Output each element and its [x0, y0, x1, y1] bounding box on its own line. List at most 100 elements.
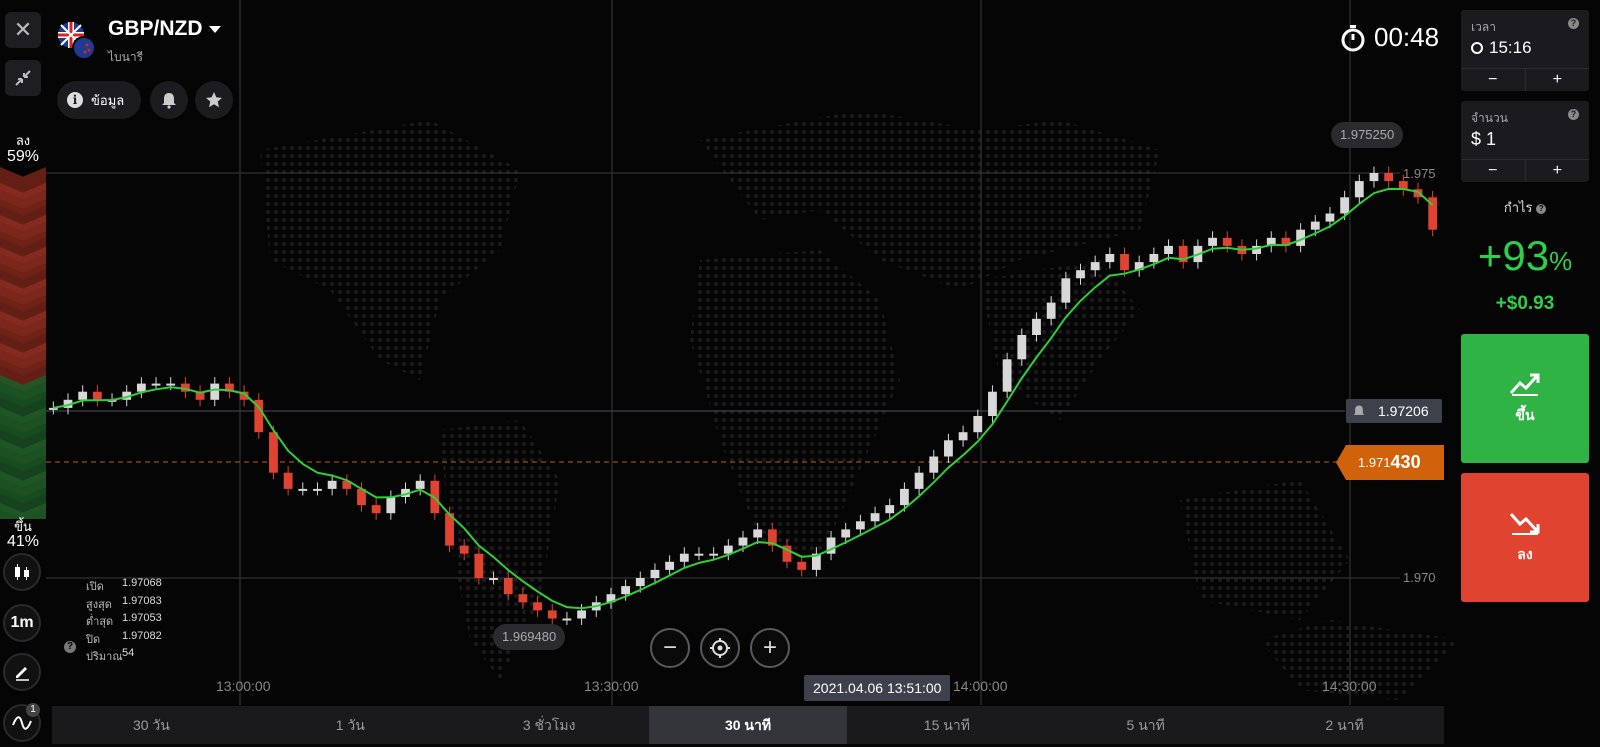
ohlc-open-label: เปิด [86, 581, 104, 593]
candle [914, 472, 924, 489]
candle [210, 383, 220, 400]
candle [1002, 359, 1012, 392]
sentiment-bar [0, 167, 46, 519]
candle [533, 602, 542, 611]
candle [1310, 221, 1320, 230]
close-button[interactable]: ✕ [5, 12, 41, 48]
candle [1369, 173, 1379, 182]
candle [136, 383, 146, 392]
candle [635, 578, 645, 587]
candle [900, 488, 909, 506]
tab-2-minutes[interactable]: 2 นาที [1245, 706, 1444, 744]
amount-minus-button[interactable]: − [1461, 160, 1526, 182]
time-minus-button[interactable]: − [1461, 69, 1526, 91]
ohlc-low-label: ต่ำสุด [86, 616, 114, 628]
profit-percentage: +93% [1461, 232, 1589, 280]
down-button[interactable]: ลง [1461, 473, 1589, 602]
candle [1384, 173, 1394, 182]
alert-price: 1.97206 [1378, 403, 1429, 419]
candle [665, 561, 675, 570]
time-value: 15:16 [1489, 38, 1532, 57]
candle [679, 553, 689, 562]
candle [753, 529, 763, 538]
time-label-2: 14:00:00 [953, 678, 1008, 694]
candle [650, 569, 660, 578]
alerts-button[interactable] [150, 81, 188, 119]
stopwatch-icon [1341, 24, 1365, 51]
nzd-flag-icon [72, 36, 96, 60]
timeframe-button[interactable]: 1m [3, 604, 41, 642]
chart-type-button[interactable] [3, 553, 41, 591]
candle [547, 610, 557, 619]
up-button[interactable]: ขึ้น [1461, 334, 1589, 463]
zoom-in-button[interactable]: + [750, 628, 790, 668]
candle [797, 561, 807, 570]
zoom-out-button[interactable]: − [650, 628, 690, 668]
time-label-0: 13:00:00 [216, 678, 271, 694]
center-chart-button[interactable] [700, 628, 740, 668]
candle [1340, 197, 1350, 214]
price-chart[interactable] [0, 0, 1600, 747]
ohlc-close-label: ปิด [86, 634, 101, 646]
candle [1046, 302, 1056, 319]
candle [1032, 318, 1041, 335]
tab-5-minutes[interactable]: 5 นาที [1046, 706, 1245, 744]
candle [92, 391, 102, 400]
timeframe-tabs: 30 วัน 1 วัน 3 ชั่วโมง 30 นาที 15 นาที 5… [52, 706, 1444, 744]
candle [503, 578, 513, 595]
info-label: ข้อมูล [91, 92, 125, 108]
candle [1325, 213, 1335, 222]
tab-15-minutes[interactable]: 15 นาที [847, 706, 1046, 744]
candle [269, 432, 278, 473]
expiry-timer: 00:48 [1340, 22, 1439, 53]
collapse-button[interactable] [5, 60, 41, 96]
help-icon[interactable]: ? [1536, 203, 1547, 214]
candle [1208, 237, 1217, 246]
pencil-icon [16, 667, 29, 681]
candle [841, 529, 851, 538]
help-icon[interactable]: ? [1568, 18, 1579, 29]
candle [1120, 254, 1129, 271]
crosshair-time: 2021.04.06 13:51:00 [804, 675, 951, 701]
timer-value: 00:48 [1374, 22, 1440, 52]
profit-pct-value: +93 [1477, 232, 1550, 279]
candle [166, 383, 176, 386]
time-value-row: 15:16 [1471, 38, 1532, 58]
time-plus-button[interactable]: + [1526, 69, 1590, 91]
candle [944, 440, 953, 457]
candle [489, 578, 498, 580]
price-alert-tag[interactable]: 1.97206 [1346, 399, 1442, 423]
current-price-prefix: 1.971 [1358, 455, 1391, 470]
help-icon[interactable]: ? [1568, 109, 1579, 120]
tab-1-day[interactable]: 1 วัน [251, 706, 450, 744]
candle [577, 610, 586, 619]
asset-selector[interactable]: GBP/NZD [108, 17, 221, 41]
time-selector[interactable]: เวลา ? 15:16 − + [1461, 10, 1589, 91]
current-price-tag: 1.971 430 [1336, 445, 1444, 480]
candle [855, 521, 865, 530]
amount-value[interactable]: $ 1 [1471, 129, 1496, 150]
profit-amount: +$0.93 [1495, 293, 1555, 314]
tab-30-days[interactable]: 30 วัน [52, 706, 251, 744]
price-label-top: 1.975 [1403, 166, 1436, 181]
ohlc-help-icon[interactable]: ? [64, 641, 76, 653]
tab-30-minutes[interactable]: 30 นาที [648, 706, 848, 744]
amount-label: จำนวน [1471, 111, 1508, 125]
candle [298, 488, 308, 491]
ohlc-open-value: 1.97068 [122, 577, 162, 589]
trend-down-icon [1509, 512, 1540, 535]
time-label-3: 14:30:00 [1322, 678, 1377, 694]
candle [973, 416, 983, 433]
drawing-tools-button[interactable] [3, 653, 41, 691]
ohlc-close-value: 1.97082 [122, 630, 162, 642]
tab-3-hours[interactable]: 3 ชั่วโมง [450, 706, 649, 744]
ohlc-volume-label: ปริมาณ [86, 651, 123, 663]
candle [371, 505, 381, 514]
candle [562, 618, 572, 621]
favorite-button[interactable] [195, 81, 233, 119]
candle [386, 497, 396, 514]
low-marker: 1.969480 [493, 624, 566, 650]
amount-selector[interactable]: จำนวน ? $ 1 − + [1461, 101, 1589, 182]
amount-plus-button[interactable]: + [1526, 160, 1590, 182]
info-button[interactable]: i ข้อมูล [57, 81, 141, 119]
